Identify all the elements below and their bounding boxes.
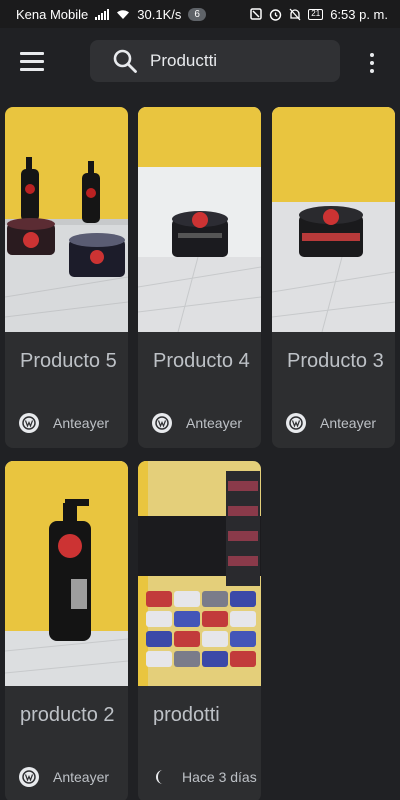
mute-icon bbox=[289, 8, 301, 20]
wordpress-icon bbox=[286, 413, 306, 433]
product-thumbnail[interactable] bbox=[138, 107, 261, 332]
card-title: Producto 5 bbox=[20, 350, 117, 372]
wordpress-icon bbox=[152, 413, 172, 433]
card-date: Hace 3 días bbox=[182, 769, 257, 785]
notification-badge: 6 bbox=[188, 7, 206, 21]
carrier-name: Kena Mobile bbox=[16, 6, 89, 22]
search-icon bbox=[113, 49, 137, 73]
card-date: Anteayer bbox=[53, 769, 110, 785]
alarm-icon bbox=[270, 8, 282, 21]
top-app-bar: Productti bbox=[0, 28, 400, 94]
battery-icon: 21 bbox=[308, 8, 324, 20]
status-bar: Kena Mobile 30.1K/s 6 21 6:53 p. m. bbox=[0, 0, 400, 28]
product-thumbnail[interactable] bbox=[272, 107, 395, 332]
search-bar[interactable]: Productti bbox=[90, 40, 340, 82]
card-meta: Hace 3 días bbox=[152, 767, 257, 787]
result-card[interactable]: Producto 5 Anteayer bbox=[5, 107, 128, 448]
hamburger-menu-icon[interactable] bbox=[20, 48, 50, 74]
card-date: Anteayer bbox=[320, 415, 377, 431]
result-card[interactable]: Producto 4 Anteayer bbox=[138, 107, 261, 448]
site-icon bbox=[152, 767, 172, 787]
search-input[interactable]: Productti bbox=[150, 51, 217, 71]
result-card[interactable]: prodotti Hace 3 días bbox=[138, 461, 261, 800]
card-meta: Anteayer bbox=[19, 413, 109, 433]
product-thumbnail[interactable] bbox=[138, 461, 261, 686]
card-title: prodotti bbox=[153, 704, 220, 726]
card-date: Anteayer bbox=[186, 415, 243, 431]
card-date: Anteayer bbox=[53, 415, 110, 431]
battery-level: 21 bbox=[311, 9, 321, 18]
network-speed: 30.1K/s bbox=[137, 6, 182, 22]
wordpress-icon bbox=[19, 413, 39, 433]
product-thumbnail[interactable] bbox=[5, 461, 128, 686]
card-meta: Anteayer bbox=[152, 413, 242, 433]
more-options-icon[interactable] bbox=[362, 50, 382, 76]
result-card[interactable]: producto 2 Anteayer bbox=[5, 461, 128, 800]
card-title: producto 2 bbox=[20, 704, 115, 726]
nfc-icon bbox=[250, 8, 263, 20]
clock: 6:53 p. m. bbox=[330, 6, 388, 22]
signal-icon bbox=[95, 8, 110, 20]
wordpress-icon bbox=[19, 767, 39, 787]
card-title: Producto 3 bbox=[287, 350, 384, 372]
card-title: Producto 4 bbox=[153, 350, 250, 372]
card-meta: Anteayer bbox=[286, 413, 376, 433]
wifi-icon bbox=[117, 9, 130, 19]
result-card[interactable]: Producto 3 Anteayer bbox=[272, 107, 395, 448]
card-meta: Anteayer bbox=[19, 767, 109, 787]
product-thumbnail[interactable] bbox=[5, 107, 128, 332]
